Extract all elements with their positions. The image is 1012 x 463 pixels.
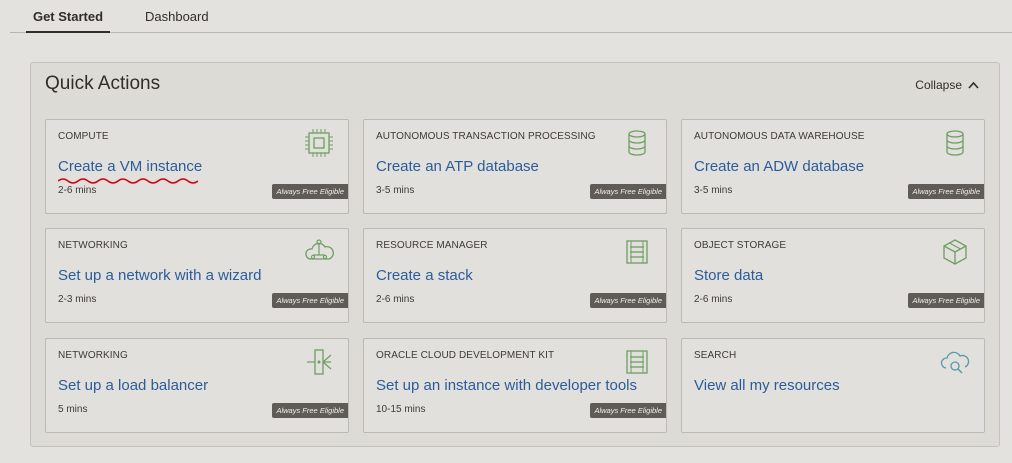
tab-bar: Get Started Dashboard — [10, 0, 1012, 33]
box-icon — [943, 239, 967, 265]
card-time: 2-3 mins — [58, 294, 97, 305]
always-free-badge: Always Free Eligible — [272, 293, 348, 308]
create-vm-link[interactable]: Create a VM instance — [58, 158, 202, 175]
always-free-badge: Always Free Eligible — [590, 403, 666, 418]
card-category: NETWORKING — [58, 240, 128, 251]
always-free-badge: Always Free Eligible — [272, 184, 348, 199]
card-category: NETWORKING — [58, 350, 128, 361]
always-free-badge: Always Free Eligible — [908, 293, 984, 308]
load-balancer-link[interactable]: Set up a load balancer — [58, 377, 208, 394]
card-time: 10-15 mins — [376, 404, 426, 415]
quick-actions-panel: Quick Actions Collapse COMPUTE Create a … — [30, 62, 1000, 447]
card-category: COMPUTE — [58, 131, 109, 142]
tab-dashboard[interactable]: Dashboard — [145, 9, 209, 33]
always-free-badge: Always Free Eligible — [272, 403, 348, 418]
create-atp-link[interactable]: Create an ATP database — [376, 158, 539, 175]
card-network-wizard[interactable]: NETWORKING Set up a network with a wizar… — [45, 228, 349, 323]
database-icon — [946, 130, 964, 156]
card-load-balancer[interactable]: NETWORKING Set up a load balancer 5 mins… — [45, 338, 349, 433]
card-search-resources[interactable]: SEARCH View all my resources — [681, 338, 985, 433]
cloud-search-icon — [940, 351, 970, 374]
cloud-network-icon — [305, 239, 334, 260]
card-time: 3-5 mins — [694, 185, 733, 196]
always-free-badge: Always Free Eligible — [590, 293, 666, 308]
card-dev-tools[interactable]: ORACLE CLOUD DEVELOPMENT KIT Set up an i… — [363, 338, 667, 433]
database-icon — [628, 130, 646, 156]
always-free-badge: Always Free Eligible — [590, 184, 666, 199]
dev-tools-link[interactable]: Set up an instance with developer tools — [376, 377, 637, 394]
card-category: AUTONOMOUS TRANSACTION PROCESSING — [376, 131, 596, 142]
card-create-vm[interactable]: COMPUTE Create a VM instance 2-6 mins Al… — [45, 119, 349, 214]
card-create-atp[interactable]: AUTONOMOUS TRANSACTION PROCESSING Create… — [363, 119, 667, 214]
spellcheck-underline — [58, 178, 198, 184]
card-category: AUTONOMOUS DATA WAREHOUSE — [694, 131, 865, 142]
chevron-up-icon — [968, 81, 979, 89]
card-time: 2-6 mins — [58, 185, 97, 196]
card-store-data[interactable]: OBJECT STORAGE Store data 2-6 mins Alway… — [681, 228, 985, 323]
stack-icon — [626, 350, 648, 374]
load-balancer-icon — [307, 349, 332, 375]
card-category: RESOURCE MANAGER — [376, 240, 488, 251]
card-category: ORACLE CLOUD DEVELOPMENT KIT — [376, 350, 555, 361]
store-data-link[interactable]: Store data — [694, 267, 763, 284]
view-resources-link[interactable]: View all my resources — [694, 377, 840, 394]
create-stack-link[interactable]: Create a stack — [376, 267, 473, 284]
card-time: 2-6 mins — [694, 294, 733, 305]
panel-title: Quick Actions — [45, 73, 161, 94]
network-wizard-link[interactable]: Set up a network with a wizard — [58, 267, 261, 284]
always-free-badge: Always Free Eligible — [908, 184, 984, 199]
card-category: SEARCH — [694, 350, 737, 361]
card-time: 3-5 mins — [376, 185, 415, 196]
card-time: 5 mins — [58, 404, 88, 415]
collapse-label: Collapse — [915, 78, 962, 92]
card-time: 2-6 mins — [376, 294, 415, 305]
card-create-stack[interactable]: RESOURCE MANAGER Create a stack 2-6 mins… — [363, 228, 667, 323]
card-create-adw[interactable]: AUTONOMOUS DATA WAREHOUSE Create an ADW … — [681, 119, 985, 214]
chip-icon — [305, 129, 333, 157]
stack-icon — [626, 240, 648, 264]
collapse-button[interactable]: Collapse — [915, 78, 979, 92]
card-category: OBJECT STORAGE — [694, 240, 787, 251]
create-adw-link[interactable]: Create an ADW database — [694, 158, 864, 175]
tab-get-started[interactable]: Get Started — [26, 9, 110, 33]
